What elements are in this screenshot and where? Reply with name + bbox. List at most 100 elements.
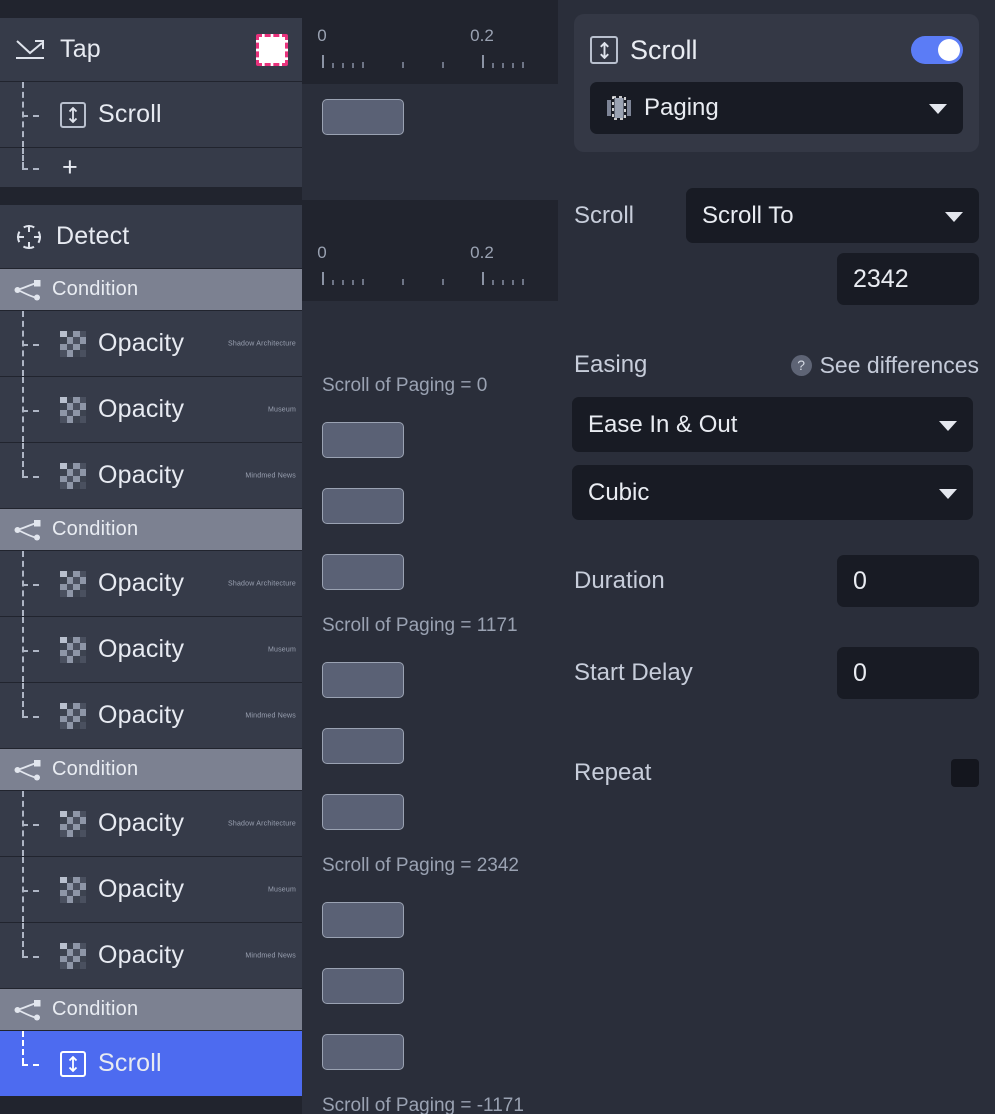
keyframe-bar[interactable] xyxy=(322,662,404,698)
tree-row-opacity[interactable]: Opacity Shadow Architecture xyxy=(0,311,302,377)
keyframe-bar[interactable] xyxy=(322,488,404,524)
easing-curve-select[interactable]: Ease In & Out xyxy=(572,397,973,452)
tree-indent-guide xyxy=(22,857,46,922)
easing-function-value: Cubic xyxy=(588,478,650,506)
tree-indent-guide xyxy=(22,1031,46,1096)
tree-row-target-label: Shadow Architecture xyxy=(227,580,296,587)
tree-group-tap[interactable]: Tap xyxy=(0,18,302,82)
duration-input[interactable]: 0 xyxy=(837,555,979,607)
timeline-ruler[interactable]: 00.20.40 xyxy=(302,217,558,301)
opacity-icon xyxy=(60,942,86,969)
see-differences-link[interactable]: ? See differences xyxy=(790,352,979,379)
tree-group-detect[interactable]: Detect xyxy=(0,205,302,269)
easing-function-select[interactable]: Cubic xyxy=(572,465,973,520)
timeline-keyframe-row[interactable] xyxy=(302,647,558,713)
opacity-icon xyxy=(60,810,86,837)
tree-row-label: Condition xyxy=(52,518,139,540)
tree-row-opacity[interactable]: Opacity Mindmed News xyxy=(0,443,302,509)
scroll-mode-label: Scroll xyxy=(574,201,635,229)
keyframe-bar[interactable] xyxy=(322,554,404,590)
tree-group-label: Detect xyxy=(56,222,130,250)
tree-row-opacity[interactable]: Opacity Museum xyxy=(0,857,302,923)
timeline-keyframe-row[interactable] xyxy=(302,779,558,845)
timeline-keyframe-row[interactable] xyxy=(302,539,558,605)
white-dashed-swatch-icon[interactable] xyxy=(256,33,288,66)
tap-icon xyxy=(14,36,48,64)
keyframe-bar[interactable] xyxy=(322,794,404,830)
tree-row-condition[interactable]: Condition xyxy=(0,989,302,1031)
tree-row-opacity[interactable]: Opacity Shadow Architecture xyxy=(0,551,302,617)
scroll-value-input[interactable]: 2342 xyxy=(837,253,979,305)
duration-row: Duration 0 xyxy=(574,555,979,607)
tree-row-label: Opacity xyxy=(98,941,185,969)
repeat-checkbox[interactable] xyxy=(951,759,979,787)
timeline-keyframe-row[interactable] xyxy=(302,1019,558,1085)
tree-row-label: Condition xyxy=(52,758,139,780)
tree-row-opacity[interactable]: Opacity Mindmed News xyxy=(0,923,302,989)
scroll-target-select[interactable]: Paging xyxy=(590,82,963,134)
tree-row-label: Opacity xyxy=(98,569,185,597)
easing-header-row: Easing ? See differences xyxy=(574,339,979,391)
ruler-tick-label: 0 xyxy=(317,26,327,45)
opacity-icon xyxy=(60,876,86,903)
tree-row-target-label: Shadow Architecture xyxy=(227,340,296,347)
start-delay-row: Start Delay 0 xyxy=(574,647,979,699)
timeline-ruler[interactable]: 00.20.40 xyxy=(302,0,558,84)
tree-row-scroll[interactable]: Scroll xyxy=(0,82,302,148)
tree-row-condition[interactable]: Condition xyxy=(0,509,302,551)
tree-row-opacity[interactable]: Opacity Shadow Architecture xyxy=(0,791,302,857)
timeline-condition-label: Scroll of Paging = 2342 xyxy=(322,855,519,876)
timeline-keyframe-row[interactable] xyxy=(302,713,558,779)
condition-icon xyxy=(14,999,42,1021)
inspector-panel: Scroll Paging Scroll Scroll To 2342 Easi… xyxy=(558,0,995,1114)
tree-row-opacity[interactable]: Opacity Museum xyxy=(0,617,302,683)
tree-row-condition[interactable]: Condition xyxy=(0,749,302,791)
keyframe-bar[interactable] xyxy=(322,902,404,938)
start-delay-input[interactable]: 0 xyxy=(837,647,979,699)
layers-tree-panel: Tap Scroll + Detect Condition Opacity Sh… xyxy=(0,0,302,1114)
scroll-value-row: 2342 xyxy=(574,253,979,305)
tree-row-opacity[interactable]: Opacity Museum xyxy=(0,377,302,443)
tree-indent-guide xyxy=(22,791,46,856)
scroll-icon xyxy=(590,36,618,64)
plus-icon[interactable]: + xyxy=(62,154,78,181)
tree-indent-guide xyxy=(22,311,46,376)
timeline-keyframe-row[interactable] xyxy=(302,953,558,1019)
scroll-icon xyxy=(60,101,86,128)
timeline-condition-label: Scroll of Paging = 1171 xyxy=(322,615,518,636)
keyframe-bar[interactable] xyxy=(322,99,404,135)
scroll-mode-select[interactable]: Scroll To xyxy=(686,188,979,243)
tree-row-condition[interactable]: Condition xyxy=(0,269,302,311)
scroll-icon xyxy=(60,1050,86,1077)
repeat-label: Repeat xyxy=(574,759,652,786)
timeline-condition-label: Scroll of Paging = -1171 xyxy=(322,1095,524,1114)
keyframe-bar[interactable] xyxy=(322,968,404,1004)
tree-indent-guide xyxy=(22,683,46,748)
condition-icon xyxy=(14,279,42,301)
tree-row-target-label: Mindmed News xyxy=(245,952,296,959)
keyframe-bar[interactable] xyxy=(322,422,404,458)
tree-row-add[interactable]: + xyxy=(0,148,302,188)
tree-row-label: Scroll xyxy=(98,100,162,128)
timeline-track-tap[interactable] xyxy=(302,84,558,200)
opacity-icon xyxy=(60,462,86,489)
tree-row-label: Scroll xyxy=(98,1049,162,1077)
keyframe-bar[interactable] xyxy=(322,728,404,764)
scroll-enabled-toggle[interactable] xyxy=(911,36,963,64)
tree-row-target-label: Mindmed News xyxy=(245,472,296,479)
keyframe-bar[interactable] xyxy=(322,1034,404,1070)
easing-label: Easing xyxy=(574,351,648,378)
repeat-row: Repeat xyxy=(574,747,979,799)
timeline-keyframe-row[interactable] xyxy=(302,473,558,539)
easing-curve-value: Ease In & Out xyxy=(588,410,738,438)
scroll-mode-value: Scroll To xyxy=(702,201,794,229)
tree-row-target-label: Museum xyxy=(267,406,296,413)
tree-row-scroll-selected[interactable]: Scroll xyxy=(0,1031,302,1097)
timeline-keyframe-row[interactable] xyxy=(302,407,558,473)
detect-rows-container: Condition Opacity Shadow Architecture Opaci… xyxy=(0,269,302,1097)
timeline-panel[interactable]: 00.20.4000.20.40Scroll of Paging = 0Scro… xyxy=(302,0,558,1114)
tree-row-target-label: Mindmed News xyxy=(245,712,296,719)
tree-row-label: Opacity xyxy=(98,809,185,837)
tree-row-opacity[interactable]: Opacity Mindmed News xyxy=(0,683,302,749)
timeline-keyframe-row[interactable] xyxy=(302,887,558,953)
